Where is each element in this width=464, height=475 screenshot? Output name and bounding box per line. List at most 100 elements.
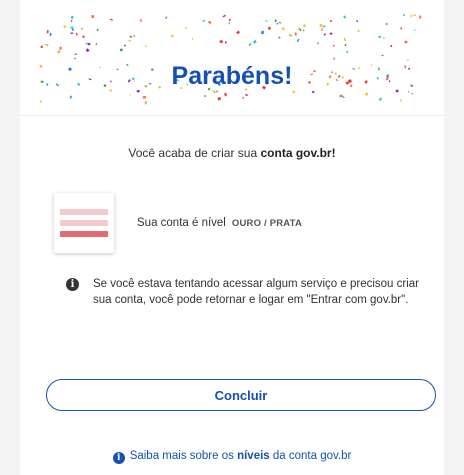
confetti-piece <box>343 37 347 42</box>
confetti-piece <box>414 29 416 31</box>
account-level-value: OURO / PRATA <box>231 218 303 229</box>
account-level: Sua conta é nível OURO / PRATA <box>137 217 302 229</box>
confetti-piece <box>404 40 408 44</box>
confetti-piece <box>124 44 126 47</box>
confetti-piece <box>204 95 207 97</box>
confetti-piece <box>245 93 248 97</box>
confetti-piece <box>69 95 73 99</box>
confetti-piece <box>406 59 409 62</box>
confetti-piece <box>248 43 252 47</box>
confetti-piece <box>81 27 83 30</box>
confetti-piece <box>302 29 305 32</box>
confetti-piece <box>142 95 147 99</box>
confetti-piece <box>303 24 306 28</box>
confetti-piece <box>296 38 300 43</box>
confetti-piece <box>75 32 78 36</box>
confetti-piece <box>63 25 67 29</box>
confetti-piece <box>91 15 94 18</box>
confetti-piece <box>253 39 257 44</box>
confetti-piece <box>73 57 77 60</box>
confetti-decoration <box>39 14 422 105</box>
confetti-piece <box>129 35 132 38</box>
confetti-piece <box>299 28 302 32</box>
confetti-piece <box>57 50 61 54</box>
info-message: Se você estava tentando acessar algum se… <box>93 278 419 306</box>
confetti-piece <box>413 14 416 16</box>
confetti-piece <box>224 41 227 44</box>
confetti-piece <box>71 28 75 32</box>
confetti-piece <box>343 15 347 19</box>
confetti-piece <box>356 19 359 23</box>
confetti-piece <box>385 23 388 25</box>
level-badge-icon <box>54 193 114 253</box>
creation-message-highlight: conta gov.br! <box>260 146 336 160</box>
confetti-piece <box>357 29 360 33</box>
confetti-piece <box>133 35 136 37</box>
confetti-piece <box>344 44 347 47</box>
confetti-piece <box>39 100 42 103</box>
confetti-piece <box>345 50 349 54</box>
confetti-piece <box>70 19 73 23</box>
creation-message-text: Você acaba de criar sua <box>128 146 261 160</box>
confetti-piece <box>411 92 414 95</box>
confetti-piece <box>383 37 385 39</box>
confetti-piece <box>70 15 74 20</box>
confetti-piece <box>311 90 315 94</box>
confetti-piece <box>109 18 113 21</box>
confetti-piece <box>332 44 335 47</box>
confetti-piece <box>339 94 343 98</box>
confetti-piece <box>70 32 74 34</box>
confetti-piece <box>378 35 382 39</box>
confetti-piece <box>207 20 212 25</box>
confetti-piece <box>274 19 277 23</box>
confetti-piece <box>164 16 168 19</box>
badge-stripe <box>60 220 108 226</box>
confetti-piece <box>44 43 47 46</box>
confetti-piece <box>46 30 49 34</box>
info-icon: i <box>112 452 125 464</box>
confetti-piece <box>342 96 345 99</box>
confetti-piece <box>228 18 232 22</box>
confetti-piece <box>82 35 85 38</box>
confetti-piece <box>144 101 148 105</box>
footer-prefix: Saiba mais sobre os <box>129 450 238 462</box>
levels-link[interactable]: níveis <box>237 450 270 462</box>
confetti-piece <box>400 27 403 30</box>
confetti-piece <box>381 54 384 57</box>
confetti-piece <box>87 42 91 46</box>
confetti-piece <box>96 28 99 32</box>
confetti-piece <box>217 96 222 101</box>
badge-stripe <box>60 231 108 237</box>
confetti-piece <box>202 19 206 22</box>
confetti-piece <box>400 99 402 102</box>
confetti-piece <box>74 53 77 56</box>
confetti-piece <box>316 42 320 45</box>
confetti-piece <box>224 92 227 97</box>
confetti-piece <box>332 57 336 60</box>
confetti-piece <box>276 22 279 25</box>
confetti-piece <box>364 92 369 97</box>
confetti-piece <box>278 36 281 39</box>
confetti-piece <box>267 26 272 30</box>
confetti-piece <box>322 25 326 28</box>
confetti-piece <box>261 30 265 35</box>
confetti-piece <box>70 26 74 29</box>
confetti-piece <box>129 93 132 96</box>
confetti-piece <box>408 90 410 93</box>
confetti-piece <box>323 33 327 36</box>
confetti-piece <box>59 46 62 51</box>
creation-message: Você acaba de criar sua conta gov.br! <box>20 146 444 160</box>
confetti-piece <box>236 30 241 35</box>
confetti-piece <box>170 34 174 38</box>
confetti-piece <box>85 42 88 45</box>
success-card: Parabéns! Você acaba de criar sua conta … <box>20 0 444 475</box>
confetti-piece <box>128 40 132 42</box>
levels-info-link[interactable]: i Saiba mais sobre os níveis da conta gov… <box>20 450 444 464</box>
confetti-piece <box>85 48 90 53</box>
confetti-piece <box>318 23 323 28</box>
concluir-button[interactable]: Concluir <box>46 379 436 411</box>
confetti-piece <box>288 33 293 38</box>
confetti-piece <box>228 22 230 25</box>
page-title: Parabéns! <box>171 62 293 90</box>
confetti-piece <box>403 14 405 16</box>
